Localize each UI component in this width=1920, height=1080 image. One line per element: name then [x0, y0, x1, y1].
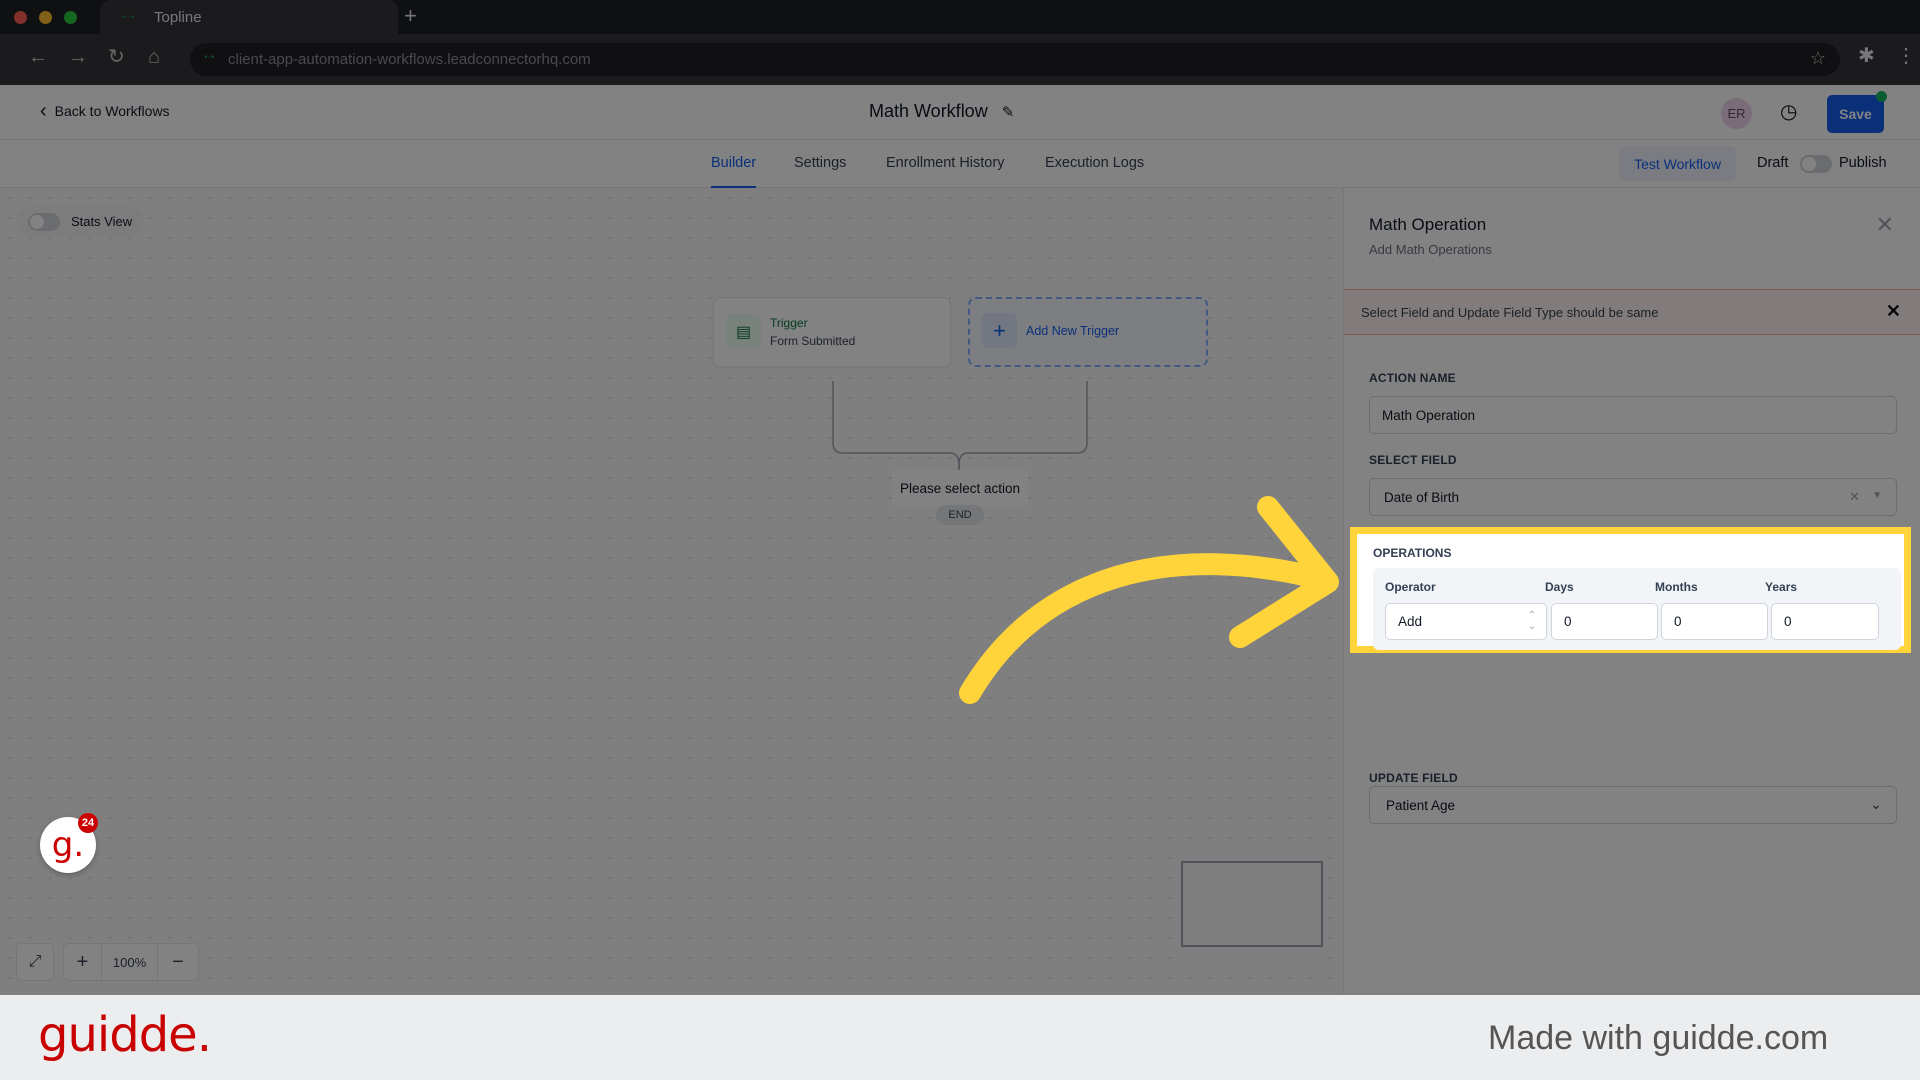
- pencil-edit-icon[interactable]: ✎: [1002, 103, 1015, 121]
- connector-add-trigger: [958, 381, 1088, 473]
- fit-view-button[interactable]: ⤢: [16, 943, 54, 981]
- new-tab-button[interactable]: +: [404, 3, 417, 29]
- clear-selection-icon[interactable]: ✕: [1849, 489, 1860, 505]
- tab-settings[interactable]: Settings: [794, 155, 846, 171]
- operator-column-label: Operator: [1385, 580, 1436, 594]
- years-value: 0: [1784, 614, 1792, 629]
- up-down-caret-icon: ⌃ ⌄: [1527, 610, 1536, 632]
- panel-title: Math Operation: [1369, 215, 1487, 234]
- forward-arrow-icon[interactable]: →: [68, 47, 88, 67]
- zoom-out-button[interactable]: −: [158, 944, 198, 980]
- browser-tab[interactable]: •·• Topline: [100, 0, 398, 36]
- action-name-value: Math Operation: [1382, 408, 1476, 423]
- guidde-logo: guidde.: [38, 1007, 212, 1063]
- workflow-title-text: Math Workflow: [869, 101, 988, 121]
- minimize-window-button[interactable]: [39, 11, 52, 24]
- dismiss-alert-icon[interactable]: ✕: [1886, 301, 1901, 322]
- operator-select[interactable]: Add ⌃ ⌄: [1385, 603, 1547, 640]
- action-name-input[interactable]: Math Operation: [1369, 396, 1897, 434]
- zoom-controls: + 100% −: [63, 943, 199, 981]
- select-field-value: Date of Birth: [1384, 490, 1460, 505]
- action-name-label: ACTION NAME: [1369, 371, 1456, 385]
- publish-toggle[interactable]: [1800, 155, 1832, 173]
- select-field-dropdown[interactable]: Date of Birth ✕ ▼: [1369, 478, 1897, 516]
- avatar[interactable]: ER: [1721, 98, 1752, 129]
- save-button[interactable]: Save: [1827, 95, 1884, 133]
- maximize-window-button[interactable]: [64, 11, 77, 24]
- test-workflow-button[interactable]: Test Workflow: [1619, 146, 1736, 181]
- trigger-subtitle: Form Submitted: [770, 334, 856, 348]
- caret-down-icon: ▼: [1872, 490, 1882, 501]
- favicon-icon: •·•: [122, 12, 136, 23]
- panel-subtitle: Add Math Operations: [1369, 242, 1492, 257]
- workflow-title: Math Workflow ✎: [869, 101, 1014, 122]
- reload-icon[interactable]: ↻: [108, 47, 125, 67]
- home-icon[interactable]: ⌂: [148, 47, 160, 67]
- trigger-title: Trigger: [770, 316, 808, 330]
- minimap-viewport[interactable]: [1181, 861, 1323, 947]
- workflow-header: ‹ Back to Workflows Math Workflow ✎ ER ◷…: [0, 85, 1920, 140]
- operations-box: Operator Days Months Years Add ⌃ ⌄ 0 0 0: [1373, 568, 1901, 650]
- years-input[interactable]: 0: [1771, 603, 1879, 640]
- zoom-in-button[interactable]: +: [64, 944, 102, 980]
- extensions-puzzle-icon[interactable]: ✱: [1858, 43, 1875, 68]
- zoom-level: 100%: [102, 944, 158, 980]
- clipboard-icon: ▤: [726, 314, 761, 349]
- trigger-node[interactable]: ▤ Trigger Form Submitted: [713, 297, 951, 367]
- made-with-guidde: Made with guidde.com: [1488, 1019, 1829, 1057]
- notification-count-badge: 24: [78, 813, 98, 833]
- workflow-tabs: Builder Settings Enrollment History Exec…: [0, 140, 1920, 188]
- select-field-label: SELECT FIELD: [1369, 453, 1457, 467]
- bookmark-star-icon[interactable]: ☆: [1810, 48, 1826, 69]
- tab-builder[interactable]: Builder: [711, 155, 757, 188]
- guidde-footer: guidde. Made with guidde.com: [0, 995, 1920, 1080]
- operations-label: OPERATIONS: [1373, 546, 1452, 560]
- years-column-label: Years: [1765, 580, 1798, 594]
- connector-trigger: [832, 381, 960, 468]
- address-bar[interactable]: •·• client-app-automation-workflows.lead…: [190, 43, 1840, 76]
- tab-enrollment-history[interactable]: Enrollment History: [886, 155, 1004, 171]
- history-clock-icon[interactable]: ◷: [1780, 99, 1797, 124]
- operations-highlight: OPERATIONS Operator Days Months Years Ad…: [1350, 527, 1911, 653]
- months-value: 0: [1674, 614, 1682, 629]
- chevron-left-icon: ‹: [40, 100, 47, 122]
- chevron-down-icon: ⌄: [1870, 796, 1882, 812]
- url-text: client-app-automation-workflows.leadconn…: [228, 51, 591, 68]
- days-value: 0: [1564, 614, 1572, 629]
- site-icon: •·•: [204, 52, 215, 63]
- back-label: Back to Workflows: [54, 103, 170, 119]
- browser-toolbar: ← → ↻ ⌂ •·• client-app-automation-workfl…: [0, 34, 1920, 85]
- days-input[interactable]: 0: [1551, 603, 1658, 640]
- back-to-workflows-link[interactable]: ‹ Back to Workflows: [40, 100, 170, 122]
- unsaved-status-dot: [1876, 91, 1887, 102]
- kebab-menu-icon[interactable]: ⋮: [1896, 43, 1916, 68]
- tab-title: Topline: [154, 9, 202, 26]
- update-field-label: UPDATE FIELD: [1369, 771, 1458, 785]
- alert-message: Select Field and Update Field Type shoul…: [1361, 305, 1659, 320]
- close-window-button[interactable]: [14, 11, 27, 24]
- days-column-label: Days: [1545, 580, 1574, 594]
- draft-label: Draft: [1757, 155, 1789, 171]
- back-arrow-icon[interactable]: ←: [28, 47, 48, 67]
- close-panel-icon[interactable]: ✕: [1876, 212, 1894, 238]
- publish-label: Publish: [1839, 155, 1887, 171]
- operator-value: Add: [1398, 614, 1423, 629]
- update-field-dropdown[interactable]: Patient Age ⌄: [1369, 786, 1897, 824]
- end-node: END: [936, 505, 984, 525]
- tab-execution-logs[interactable]: Execution Logs: [1045, 155, 1144, 171]
- update-field-value: Patient Age: [1386, 798, 1456, 813]
- minimap[interactable]: [1177, 847, 1327, 962]
- select-action-placeholder[interactable]: Please select action: [892, 470, 1028, 506]
- add-trigger-label: Add New Trigger: [1026, 324, 1120, 338]
- months-input[interactable]: 0: [1661, 603, 1768, 640]
- browser-tab-strip: •·• Topline +: [0, 0, 1920, 36]
- workflow-canvas[interactable]: Stats View ▤ Trigger Form Submitted + Ad…: [0, 188, 1343, 995]
- error-alert: Select Field and Update Field Type shoul…: [1344, 289, 1920, 335]
- expand-arrows-icon: ⤢: [28, 953, 42, 970]
- months-column-label: Months: [1655, 580, 1698, 594]
- plus-icon: +: [982, 313, 1017, 348]
- add-new-trigger-button[interactable]: + Add New Trigger: [968, 297, 1208, 367]
